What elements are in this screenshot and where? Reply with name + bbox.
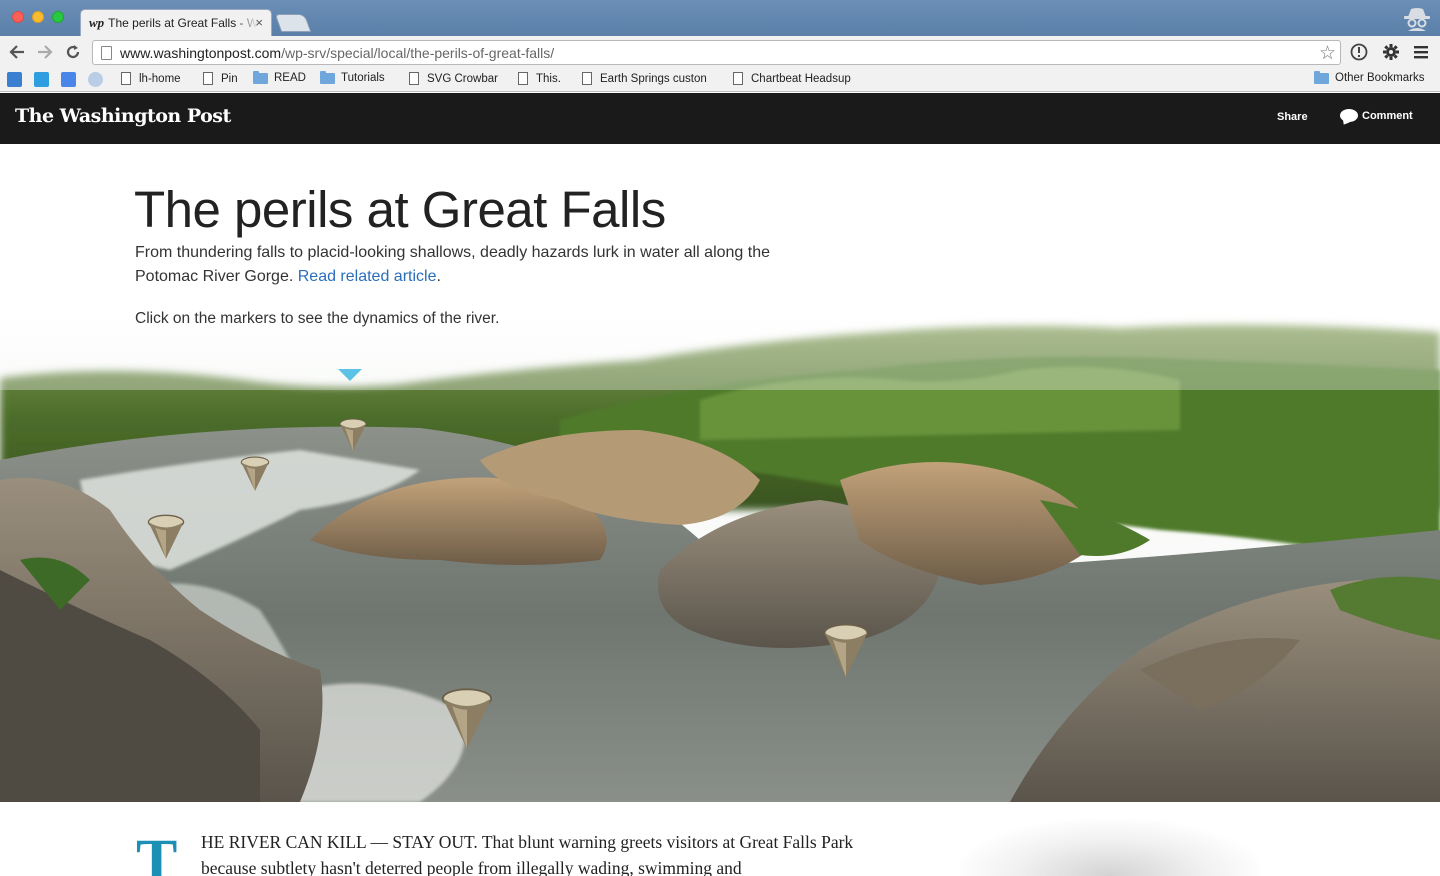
bookmark-calendar-icon[interactable] [61, 72, 82, 87]
map-marker-3[interactable] [147, 514, 185, 560]
bookmark-pin[interactable]: Pin [201, 72, 238, 85]
share-button[interactable]: Share [1277, 111, 1308, 123]
address-bar[interactable]: www.washingtonpost.com/wp-srv/special/lo… [92, 40, 1341, 65]
comment-button[interactable]: Comment [1340, 109, 1413, 122]
instructions-text: Click on the markers to see the dynamics… [135, 310, 500, 327]
map-marker-icon [147, 514, 185, 559]
bookmark-lh-home[interactable]: lh-home [119, 72, 181, 85]
star-icon[interactable]: ☆ [1319, 42, 1336, 65]
map-marker-4[interactable] [823, 623, 869, 679]
browser-toolbar: www.washingtonpost.com/wp-srv/special/lo… [0, 36, 1440, 68]
great-falls-photo [0, 310, 1440, 802]
other-bookmarks[interactable]: Other Bookmarks [1314, 70, 1424, 84]
page-icon [409, 72, 419, 85]
bookmark-people-icon[interactable] [88, 72, 109, 87]
marker-pointer-indicator [338, 369, 362, 381]
browser-tab[interactable]: wp The perils at Great Falls - Washingto… [80, 9, 272, 36]
page-icon [203, 72, 213, 85]
window-minimize-button[interactable] [32, 11, 44, 23]
comment-bubble-icon [1340, 109, 1358, 122]
bookmark-tutorials[interactable]: Tutorials [320, 70, 385, 84]
page-icon [101, 45, 112, 60]
page-icon [733, 72, 743, 85]
forward-arrow-icon[interactable] [34, 41, 56, 63]
map-marker-icon [339, 418, 367, 451]
tab-close-icon[interactable]: × [255, 15, 263, 30]
back-arrow-icon[interactable] [6, 41, 28, 63]
browser-titlebar: wp The perils at Great Falls - Washingto… [0, 0, 1440, 36]
drop-cap: T [136, 828, 178, 876]
bookmarks-bar: lh-home Pin READ Tutorials SVG Crowbar T… [0, 68, 1440, 92]
incognito-icon [1404, 8, 1430, 31]
site-header: The Washington Post Share Comment [0, 93, 1440, 144]
menu-icon[interactable] [1412, 42, 1432, 62]
bookmark-mail-icon[interactable] [7, 72, 28, 87]
bookmark-this[interactable]: This. [516, 72, 561, 85]
info-icon[interactable] [1349, 42, 1369, 62]
reload-icon[interactable] [62, 41, 84, 63]
map-marker-icon [441, 688, 493, 749]
bookmark-read[interactable]: READ [253, 70, 306, 84]
new-tab-button[interactable] [274, 14, 312, 32]
page-icon [582, 72, 592, 85]
map-marker-2[interactable] [240, 456, 270, 492]
bookmark-chartbeat-headsup[interactable]: Chartbeat Headsup [731, 72, 851, 85]
map-marker-1[interactable] [339, 418, 367, 452]
bookmark-svg-crowbar[interactable]: SVG Crowbar [407, 72, 498, 85]
folder-icon [320, 70, 335, 84]
wp-favicon-icon: wp [89, 15, 105, 30]
folder-icon [253, 70, 268, 84]
map-marker-5[interactable] [441, 687, 493, 751]
washington-post-logo[interactable]: The Washington Post [15, 105, 231, 127]
gear-icon[interactable] [1381, 42, 1401, 62]
page-icon [518, 72, 528, 85]
article-dek: From thundering falls to placid-looking … [135, 244, 770, 285]
bookmark-check-icon[interactable] [34, 72, 55, 87]
related-article-link[interactable]: Read related article [298, 268, 437, 285]
window-maximize-button[interactable] [52, 11, 64, 23]
tab-title: The perils at Great Falls - Washington P… [108, 16, 258, 30]
sidebar-image [960, 820, 1260, 876]
bookmark-earth-springs[interactable]: Earth Springs custon [580, 72, 713, 85]
window-close-button[interactable] [12, 11, 24, 23]
page-title: The perils at Great Falls [134, 181, 666, 238]
page-icon [121, 72, 131, 85]
map-marker-icon [823, 623, 869, 678]
url-text: www.washingtonpost.com/wp-srv/special/lo… [120, 44, 555, 61]
folder-icon [1314, 70, 1329, 84]
map-marker-icon [240, 456, 270, 491]
article-lead-paragraph: HE RIVER CAN KILL — STAY OUT. That blunt… [201, 832, 854, 876]
